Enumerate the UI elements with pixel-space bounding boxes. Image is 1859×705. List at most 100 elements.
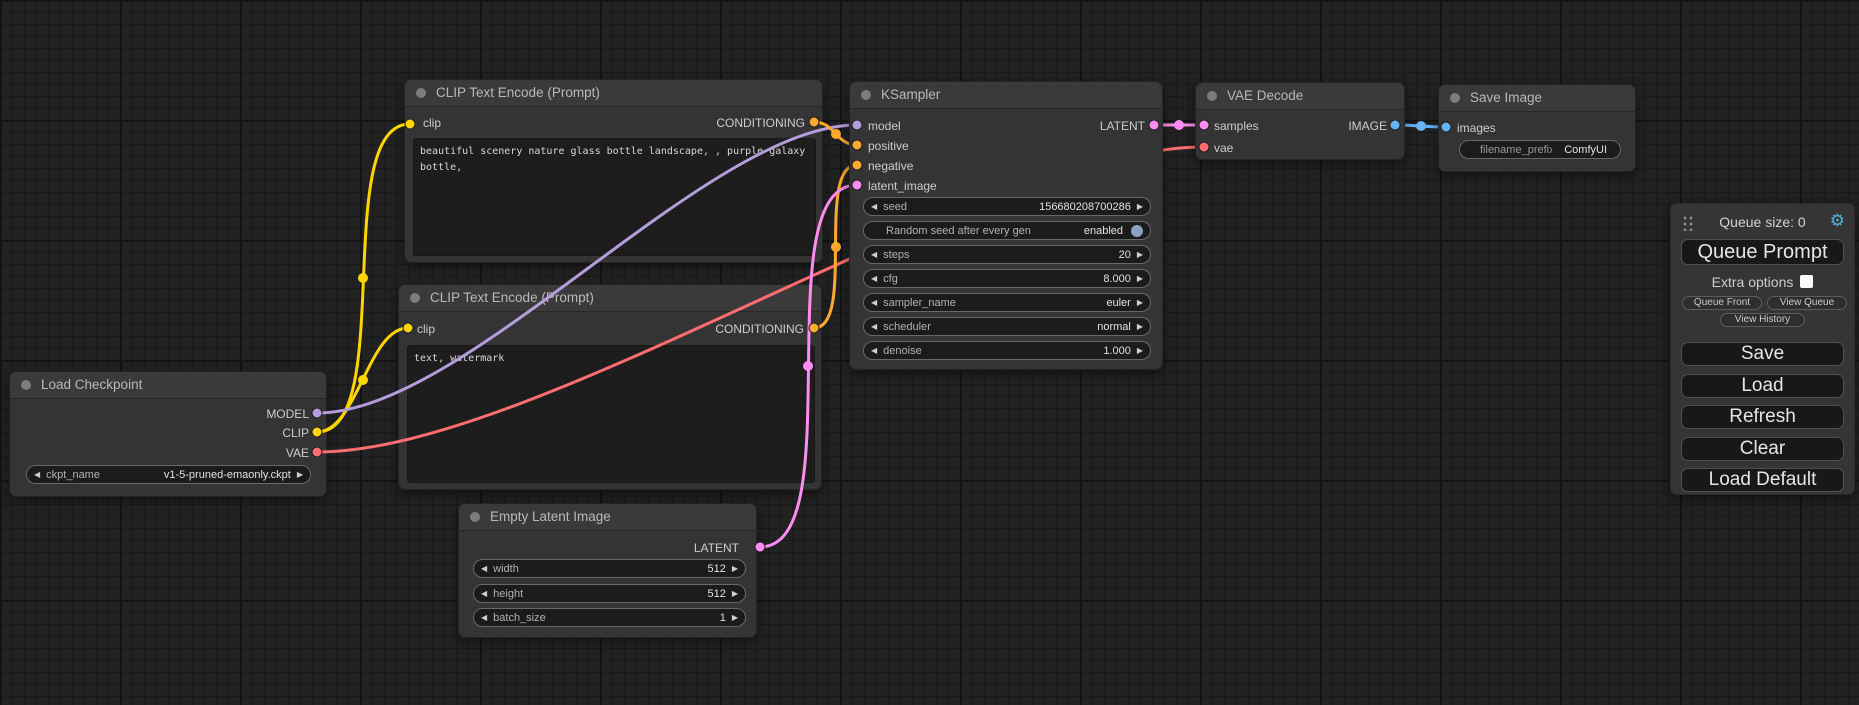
node-clip-text-encode-negative[interactable]: CLIP Text Encode (Prompt) clip CONDITION… [398, 284, 822, 490]
node-empty-latent-image[interactable]: Empty Latent Image LATENT ◀ width 512 ▶ … [458, 503, 757, 638]
decrement-arrow-icon[interactable]: ◀ [871, 317, 877, 336]
output-label-image: IMAGE [1348, 116, 1404, 136]
node-title-bar[interactable]: CLIP Text Encode (Prompt) [399, 285, 821, 312]
node-title-bar[interactable]: Empty Latent Image [459, 504, 756, 531]
collapse-dot-icon[interactable] [416, 88, 426, 98]
decrement-arrow-icon[interactable]: ◀ [481, 559, 487, 578]
node-clip-text-encode-positive[interactable]: CLIP Text Encode (Prompt) clip CONDITION… [404, 79, 823, 263]
widget-sampler-name[interactable]: ◀ sampler_name euler ▶ [863, 293, 1151, 312]
node-title: Empty Latent Image [490, 509, 611, 524]
widget-height[interactable]: ◀ height 512 ▶ [473, 584, 746, 603]
decrement-arrow-icon[interactable]: ◀ [481, 608, 487, 627]
collapse-dot-icon[interactable] [1450, 93, 1460, 103]
widget-denoise[interactable]: ◀ denoise 1.000 ▶ [863, 341, 1151, 360]
extra-options-checkbox[interactable] [1800, 275, 1813, 288]
node-load-checkpoint[interactable]: Load Checkpoint MODEL CLIP VAE ◀ ckpt_na… [9, 371, 327, 497]
widget-random-seed-toggle[interactable]: Random seed after every gen enabled [863, 221, 1151, 240]
node-title: VAE Decode [1227, 88, 1303, 103]
increment-arrow-icon[interactable]: ▶ [732, 584, 738, 603]
output-label-latent: LATENT [1100, 116, 1162, 136]
clear-button[interactable]: Clear [1681, 437, 1844, 461]
increment-arrow-icon[interactable]: ▶ [297, 465, 303, 484]
refresh-button[interactable]: Refresh [1681, 405, 1844, 429]
node-ksampler[interactable]: KSampler model positive negative latent_… [849, 81, 1163, 370]
queue-panel[interactable]: Queue size: 0 ⚙ Queue Prompt Extra optio… [1670, 203, 1855, 495]
increment-arrow-icon[interactable]: ▶ [1137, 317, 1143, 336]
widget-value: 20 [1119, 249, 1131, 261]
input-label-images: images [1439, 118, 1496, 138]
collapse-dot-icon[interactable] [861, 90, 871, 100]
widget-filename-prefix[interactable]: filename_prefix ComfyUI [1459, 140, 1621, 159]
widget-value: 1 [720, 612, 726, 624]
widget-value: ComfyUI [1564, 144, 1607, 156]
collapse-dot-icon[interactable] [1207, 91, 1217, 101]
node-save-image[interactable]: Save Image images filename_prefix ComfyU… [1438, 84, 1636, 172]
toggle-knob-icon[interactable] [1131, 225, 1143, 237]
increment-arrow-icon[interactable]: ▶ [1137, 245, 1143, 264]
node-title: CLIP Text Encode (Prompt) [430, 290, 594, 305]
widget-label: ckpt_name [46, 469, 152, 481]
widget-steps[interactable]: ◀ steps 20 ▶ [863, 245, 1151, 264]
increment-arrow-icon[interactable]: ▶ [1137, 341, 1143, 360]
decrement-arrow-icon[interactable]: ◀ [34, 465, 40, 484]
prompt-text-positive[interactable]: beautiful scenery nature glass bottle la… [413, 138, 816, 256]
widget-ckpt-name[interactable]: ◀ ckpt_name v1-5-pruned-emaonly.ckpt ▶ [26, 465, 311, 484]
output-label-clip: CLIP [282, 423, 326, 443]
widget-cfg[interactable]: ◀ cfg 8.000 ▶ [863, 269, 1151, 288]
queue-prompt-button[interactable]: Queue Prompt [1681, 239, 1844, 265]
widget-batch-size[interactable]: ◀ batch_size 1 ▶ [473, 608, 746, 627]
prompt-text-negative[interactable]: text, watermark [407, 345, 815, 483]
node-vae-decode[interactable]: VAE Decode samples vae IMAGE [1195, 82, 1405, 160]
node-title-bar[interactable]: Save Image [1439, 85, 1635, 112]
output-label-conditioning: CONDITIONING [716, 113, 822, 133]
decrement-arrow-icon[interactable]: ◀ [481, 584, 487, 603]
decrement-arrow-icon[interactable]: ◀ [871, 293, 877, 312]
collapse-dot-icon[interactable] [470, 512, 480, 522]
load-default-button[interactable]: Load Default [1681, 468, 1844, 492]
increment-arrow-icon[interactable]: ▶ [1137, 269, 1143, 288]
collapse-dot-icon[interactable] [21, 380, 31, 390]
input-label-clip: clip [405, 113, 441, 133]
increment-arrow-icon[interactable]: ▶ [732, 559, 738, 578]
widget-value: 156680208700286 [1039, 201, 1131, 213]
widget-label: Random seed after every gen [886, 225, 1072, 237]
view-history-button[interactable]: View History [1720, 313, 1805, 327]
widget-label: width [493, 563, 695, 575]
output-label-conditioning: CONDITIONING [715, 319, 821, 339]
load-button[interactable]: Load [1681, 374, 1844, 398]
node-title-bar[interactable]: KSampler [850, 82, 1162, 109]
node-title: CLIP Text Encode (Prompt) [436, 85, 600, 100]
widget-value: enabled [1084, 225, 1123, 237]
node-title: KSampler [881, 87, 940, 102]
widget-width[interactable]: ◀ width 512 ▶ [473, 559, 746, 578]
widget-label: height [493, 588, 695, 600]
output-label-latent: LATENT [694, 538, 756, 558]
widget-value: 8.000 [1103, 273, 1131, 285]
output-label-vae: VAE [286, 443, 326, 463]
node-title: Save Image [1470, 90, 1542, 105]
widget-value: 512 [707, 588, 725, 600]
settings-gear-icon[interactable]: ⚙ [1830, 210, 1845, 232]
increment-arrow-icon[interactable]: ▶ [1137, 197, 1143, 216]
widget-scheduler[interactable]: ◀ scheduler normal ▶ [863, 317, 1151, 336]
decrement-arrow-icon[interactable]: ◀ [871, 269, 877, 288]
decrement-arrow-icon[interactable]: ◀ [871, 341, 877, 360]
decrement-arrow-icon[interactable]: ◀ [871, 245, 877, 264]
decrement-arrow-icon[interactable]: ◀ [871, 197, 877, 216]
view-queue-button[interactable]: View Queue [1767, 296, 1847, 310]
widget-label: batch_size [493, 612, 708, 624]
widget-value: normal [1097, 321, 1131, 333]
input-label-negative: negative [850, 156, 913, 176]
node-title-bar[interactable]: Load Checkpoint [10, 372, 326, 399]
collapse-dot-icon[interactable] [410, 293, 420, 303]
increment-arrow-icon[interactable]: ▶ [732, 608, 738, 627]
input-label-model: model [850, 116, 901, 136]
save-button[interactable]: Save [1681, 342, 1844, 366]
node-title-bar[interactable]: VAE Decode [1196, 83, 1404, 110]
input-label-samples: samples [1196, 116, 1259, 136]
widget-label: denoise [883, 345, 1091, 357]
queue-front-button[interactable]: Queue Front [1682, 296, 1762, 310]
node-title-bar[interactable]: CLIP Text Encode (Prompt) [405, 80, 822, 107]
widget-seed[interactable]: ◀ seed 156680208700286 ▶ [863, 197, 1151, 216]
increment-arrow-icon[interactable]: ▶ [1137, 293, 1143, 312]
